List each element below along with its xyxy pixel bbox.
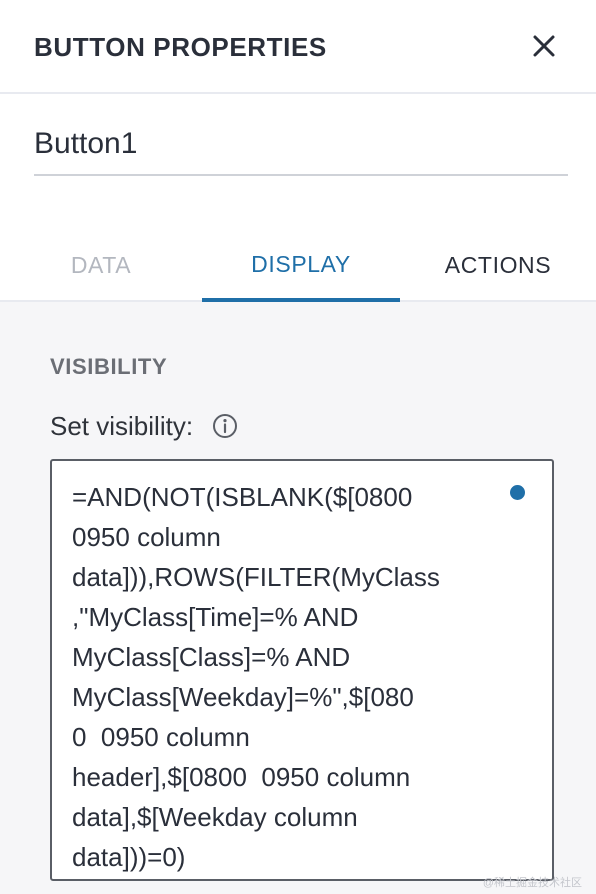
unsaved-indicator-dot (510, 485, 525, 500)
visibility-heading: VISIBILITY (50, 354, 168, 379)
visibility-formula-text[interactable]: =AND(NOT(ISBLANK($[0800 0950 column data… (72, 477, 492, 877)
visibility-label-row: Set visibility: (50, 408, 239, 444)
tab-data[interactable]: DATA (0, 226, 202, 300)
tab-display[interactable]: DISPLAY (202, 226, 400, 302)
button-name-input[interactable] (34, 114, 568, 176)
name-section: DATA DISPLAY ACTIONS (0, 94, 596, 302)
property-tabs: DATA DISPLAY ACTIONS (0, 226, 596, 302)
close-button[interactable] (526, 28, 562, 64)
panel-title: BUTTON PROPERTIES (34, 32, 327, 62)
button-properties-panel: BUTTON PROPERTIES DATA DISPLAY ACTIONS V… (0, 0, 596, 894)
set-visibility-label: Set visibility: (50, 410, 194, 441)
visibility-formula-editor[interactable]: =AND(NOT(ISBLANK($[0800 0950 column data… (50, 459, 554, 881)
info-icon[interactable] (211, 412, 239, 440)
display-tab-content: VISIBILITY Set visibility: =AND(NOT(ISBL… (0, 302, 596, 894)
watermark: @稀土掘金技术社区 (482, 877, 582, 889)
close-icon (533, 35, 555, 57)
panel-header: BUTTON PROPERTIES (0, 0, 596, 94)
tab-actions[interactable]: ACTIONS (400, 226, 596, 300)
